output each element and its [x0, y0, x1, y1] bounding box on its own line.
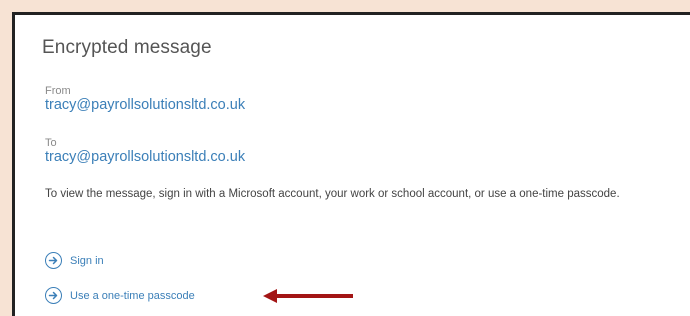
to-label: To — [45, 137, 57, 149]
page-title: Encrypted message — [42, 37, 212, 58]
arrow-right-circle-icon — [45, 252, 62, 269]
to-email: tracy@payrollsolutionsltd.co.uk — [45, 149, 246, 165]
one-time-passcode-link[interactable]: Use a one-time passcode — [45, 287, 195, 304]
sign-in-link[interactable]: Sign in — [45, 252, 104, 269]
from-email: tracy@payrollsolutionsltd.co.uk — [45, 97, 246, 113]
arrow-right-circle-icon — [45, 287, 62, 304]
one-time-passcode-label: Use a one-time passcode — [70, 289, 195, 302]
from-label: From — [45, 85, 71, 97]
sign-in-label: Sign in — [70, 254, 104, 267]
annotation-arrow-icon — [263, 289, 353, 303]
encrypted-message-panel: Encrypted message From tracy@payrollsolu… — [12, 12, 690, 316]
instructions-text: To view the message, sign in with a Micr… — [45, 188, 620, 200]
